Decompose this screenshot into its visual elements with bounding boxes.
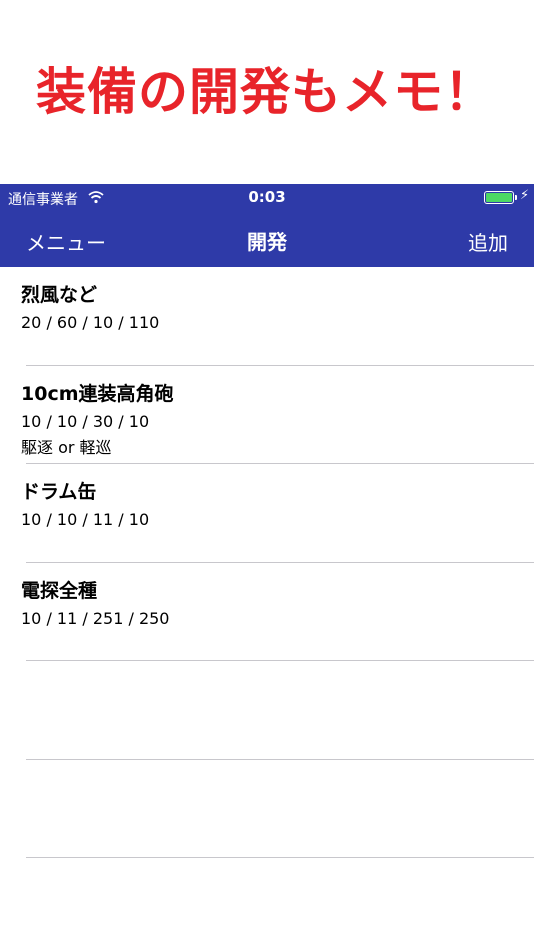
promo-banner: 装備の開発もメモ！	[0, 0, 534, 184]
list-item[interactable]: ドラム缶 10 / 10 / 11 / 10	[0, 464, 534, 563]
battery-tip	[515, 195, 517, 200]
battery-icon	[484, 191, 514, 204]
list-item[interactable]: 10cm連装高角砲 10 / 10 / 30 / 10 駆逐 or 軽巡	[0, 366, 534, 464]
item-title: 烈風など	[21, 284, 98, 306]
empty-row	[0, 661, 534, 760]
charging-icon: ⚡	[520, 188, 530, 203]
promo-title: 装備の開発もメモ！	[36, 63, 495, 121]
item-title: 10cm連装高角砲	[21, 382, 174, 405]
add-button[interactable]: 追加	[468, 227, 508, 256]
list-item[interactable]: 電探全種 10 / 11 / 251 / 250	[0, 563, 534, 661]
nav-title: 開発	[247, 230, 287, 254]
item-values: 10 / 10 / 11 / 10	[21, 510, 150, 529]
item-title: ドラム缶	[21, 481, 97, 503]
item-note: 駆逐 or 軽巡	[21, 437, 112, 457]
list-item[interactable]: 烈風など 20 / 60 / 10 / 110	[0, 267, 534, 366]
item-values: 10 / 10 / 30 / 10	[21, 411, 150, 431]
empty-row	[0, 760, 534, 858]
item-values: 10 / 11 / 251 / 250	[21, 608, 170, 628]
navigation-bar: メニュー 開発 追加	[0, 210, 534, 267]
item-title: 電探全種	[21, 579, 98, 602]
development-list: 烈風など 20 / 60 / 10 / 110 10cm連装高角砲 10 / 1…	[0, 267, 534, 858]
item-values: 20 / 60 / 10 / 110	[21, 313, 160, 332]
status-bar: 通信事業者 0:03 ⚡	[0, 184, 534, 210]
status-time: 0:03	[248, 188, 286, 206]
row-separator	[26, 857, 534, 858]
